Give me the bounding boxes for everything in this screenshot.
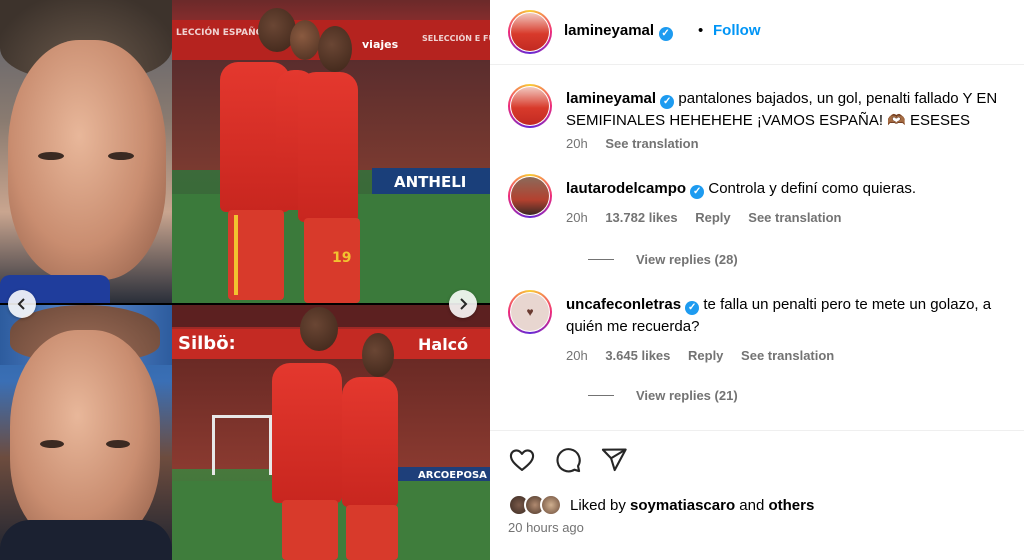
liked-by-prefix: Liked by — [570, 497, 626, 514]
comment-body: uncafeconletras ✓ te falla un penalti pe… — [566, 294, 1024, 338]
portrait-eye — [108, 152, 134, 160]
verified-badge-icon: ✓ — [685, 301, 700, 315]
view-replies-label: View replies (21) — [636, 388, 738, 403]
portrait-face-bottom — [10, 330, 160, 545]
post-side-panel: lamineyamal ✓ • Follow lamineyamal ✓ pan… — [490, 0, 1024, 560]
post-caption: lamineyamal ✓ pantalones bajados, un gol… — [508, 84, 1024, 156]
divider — [490, 430, 1024, 431]
see-translation-link[interactable]: See translation — [605, 136, 698, 151]
like-button[interactable] — [508, 446, 536, 479]
comment-time[interactable]: 20h — [566, 210, 588, 225]
comment-body: lautarodelcampo ✓ Controla y definí como… — [566, 178, 1024, 200]
comment-text: Controla y definí como quieras. — [708, 180, 916, 197]
banner-text: Halcó — [418, 335, 469, 354]
caption-meta: 20h See translation — [566, 136, 713, 151]
carousel-next-button[interactable] — [449, 290, 477, 318]
caption-avatar[interactable] — [508, 84, 552, 128]
post-media-carousel[interactable]: LECCIÓN ESPAÑOLA viajes SELECCIÓN E FÚTB… — [0, 0, 490, 560]
heart-icon — [509, 449, 535, 471]
separator-dot: • — [698, 22, 704, 39]
media-panel-top-right: LECCIÓN ESPAÑOLA viajes SELECCIÓN E FÚTB… — [172, 0, 490, 303]
comment-avatar[interactable]: ♥ — [508, 290, 552, 334]
follow-button[interactable]: Follow — [713, 22, 761, 39]
portrait-shirt-bottom — [0, 520, 172, 560]
liker-avatar[interactable] — [540, 494, 562, 516]
liked-by-user[interactable]: soymatiascaro — [630, 497, 735, 514]
replies-line — [588, 259, 614, 260]
banner-text: ANTHELI — [394, 173, 467, 191]
comment-avatar[interactable] — [508, 174, 552, 218]
view-replies-button[interactable]: View replies (28) — [588, 252, 738, 267]
comment-username[interactable]: lautarodelcampo — [566, 180, 686, 197]
comment-item: ♥ uncafeconletras ✓ te falla un penalti … — [508, 290, 1024, 408]
comment-meta: 20h 13.782 likes Reply See translation — [566, 210, 855, 225]
portrait-eye — [106, 440, 130, 448]
media-panel-bottom-right: Silbö: Halcó ARCOEPOSA — [172, 305, 490, 560]
comment-likes[interactable]: 13.782 likes — [605, 210, 677, 225]
post-timestamp[interactable]: 20 hours ago — [508, 520, 584, 535]
liked-by-text: Liked by soymatiascaro and others — [570, 497, 814, 514]
portrait-face-top — [8, 40, 166, 280]
paper-plane-icon — [601, 448, 627, 472]
caption-body: lamineyamal ✓ pantalones bajados, un gol… — [566, 88, 1024, 132]
media-panel-top-left — [0, 0, 172, 303]
banner-text: viajes — [362, 38, 399, 51]
heart-logo-icon: ♥ — [526, 305, 534, 319]
likes-summary: Liked by soymatiascaro and others — [508, 492, 1008, 518]
replies-line — [588, 395, 614, 396]
portrait-eye — [40, 440, 64, 448]
caption-username[interactable]: lamineyamal — [566, 90, 656, 107]
verified-badge-icon: ✓ — [658, 27, 673, 41]
comment-meta: 20h 3.645 likes Reply See translation — [566, 348, 848, 363]
author-username[interactable]: lamineyamal — [564, 22, 654, 39]
view-replies-button[interactable]: View replies (21) — [588, 388, 738, 403]
comment-likes[interactable]: 3.645 likes — [605, 348, 670, 363]
verified-badge-icon: ✓ — [660, 95, 675, 109]
comment-button[interactable] — [554, 446, 582, 479]
reply-button[interactable]: Reply — [695, 210, 730, 225]
liked-by-others-link[interactable]: others — [768, 497, 814, 514]
view-replies-label: View replies (28) — [636, 252, 738, 267]
verified-badge-icon: ✓ — [690, 185, 705, 199]
see-translation-link[interactable]: See translation — [741, 348, 834, 363]
comment-username[interactable]: uncafeconletras — [566, 296, 681, 313]
banner-text: Silbö: — [178, 333, 236, 354]
portrait-eye — [38, 152, 64, 160]
jersey-number: 19 — [332, 250, 352, 266]
author-name-row: lamineyamal ✓ — [564, 22, 673, 41]
post-header: lamineyamal ✓ • Follow — [508, 10, 1008, 54]
share-button[interactable] — [600, 446, 628, 479]
liked-by-and: and — [739, 497, 765, 514]
goal-frame — [212, 415, 272, 475]
post-actions-bar — [508, 446, 1008, 476]
carousel-prev-button[interactable] — [8, 290, 36, 318]
see-translation-link[interactable]: See translation — [748, 210, 841, 225]
caption-time[interactable]: 20h — [566, 136, 588, 151]
banner-text: SELECCIÓN E FÚTBOL — [422, 34, 490, 43]
author-avatar[interactable] — [508, 10, 552, 54]
divider — [490, 64, 1024, 65]
chevron-left-icon — [17, 298, 25, 310]
reply-button[interactable]: Reply — [688, 348, 723, 363]
comment-item: lautarodelcampo ✓ Controla y definí como… — [508, 174, 1024, 270]
comment-time[interactable]: 20h — [566, 348, 588, 363]
chevron-right-icon — [460, 298, 468, 310]
banner-text: ARCOEPOSA — [418, 470, 487, 481]
comment-bubble-icon — [556, 448, 581, 473]
